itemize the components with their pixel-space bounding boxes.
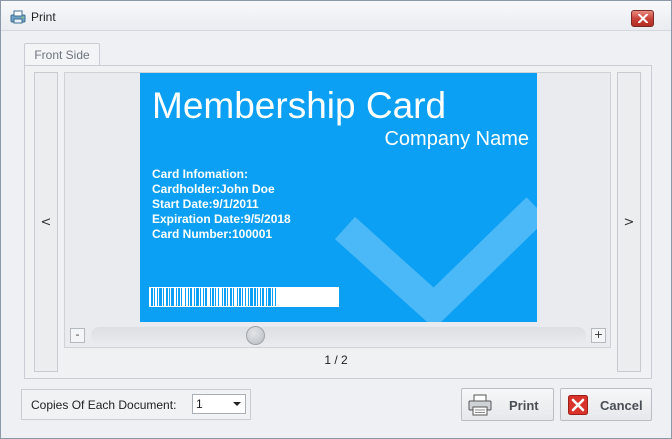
print-dialog-window: Print Front Side < > Membership Card Com…	[0, 0, 672, 439]
card-info-start-date: Start Date:9/1/2011	[152, 197, 259, 211]
barcode	[149, 287, 339, 307]
copies-dropdown[interactable]: 1	[192, 394, 246, 414]
cancel-button[interactable]: Cancel	[560, 388, 652, 421]
zoom-slider-thumb[interactable]	[246, 326, 265, 345]
zoom-slider-track[interactable]	[91, 327, 586, 344]
window-title: Print	[31, 10, 56, 24]
card-info-cardholder: Cardholder:John Doe	[152, 182, 275, 196]
printer-icon	[468, 394, 492, 416]
membership-card-preview: Membership Card Company Name Card Infoma…	[140, 73, 537, 322]
print-button[interactable]: Print	[461, 388, 554, 421]
card-info-card-number: Card Number:100001	[152, 227, 273, 241]
tab-front-side[interactable]: Front Side	[24, 43, 100, 66]
card-company-name: Company Name	[384, 128, 529, 150]
cancel-button-label: Cancel	[600, 398, 643, 413]
card-info-block: Card Infomation: Cardholder:John Doe Sta…	[152, 167, 291, 242]
title-bar[interactable]: Print	[1, 1, 671, 31]
cancel-x-icon	[568, 395, 588, 415]
previous-page-button[interactable]: <	[34, 72, 58, 372]
zoom-out-button[interactable]: -	[70, 328, 85, 343]
copies-label: Copies Of Each Document:	[31, 398, 177, 412]
print-button-label: Print	[509, 398, 539, 413]
card-title: Membership Card	[152, 85, 447, 126]
barcode-stripe	[276, 288, 277, 306]
zoom-in-button[interactable]: +	[591, 328, 606, 343]
next-page-button[interactable]: >	[617, 72, 641, 372]
printer-window-icon	[10, 10, 26, 24]
dropdown-arrow-icon	[233, 402, 241, 406]
page-indicator: 1 / 2	[324, 353, 348, 367]
card-info-heading: Card Infomation:	[152, 167, 248, 181]
close-icon	[637, 14, 648, 23]
close-button[interactable]	[631, 10, 654, 27]
copies-value: 1	[196, 397, 203, 411]
card-info-expiration-date: Expiration Date:9/5/2018	[152, 212, 291, 226]
